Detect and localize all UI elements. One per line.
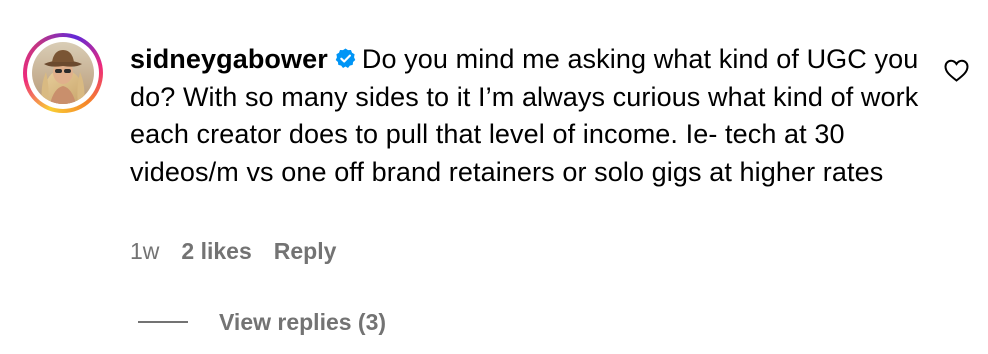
comment-likes-count[interactable]: 2 likes <box>181 238 251 264</box>
comment-username[interactable]: sidneygabower <box>130 44 328 74</box>
comment-meta: 1w 2 likes Reply <box>130 238 358 265</box>
avatar <box>32 42 94 104</box>
view-replies-button[interactable]: View replies (3) <box>219 309 386 335</box>
replies-divider <box>138 321 188 323</box>
verified-badge-icon <box>334 43 357 68</box>
reply-button[interactable]: Reply <box>274 238 337 264</box>
comment-body: sidneygabower Do you mind me asking what … <box>130 41 920 191</box>
avatar-story-ring[interactable] <box>23 33 103 113</box>
heart-icon[interactable] <box>944 59 969 82</box>
view-replies: View replies (3) <box>138 309 386 336</box>
comment-time: 1w <box>130 238 160 264</box>
